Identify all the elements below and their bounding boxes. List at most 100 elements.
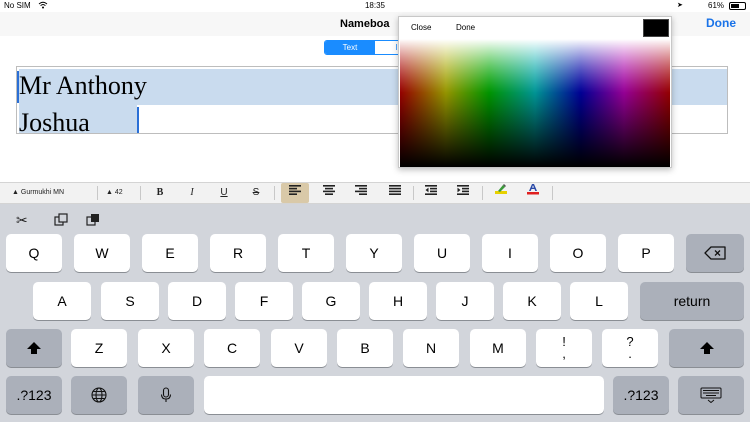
key-o[interactable]: O bbox=[550, 234, 606, 272]
key-d[interactable]: D bbox=[168, 282, 226, 320]
shift-icon bbox=[699, 342, 714, 354]
key-w[interactable]: W bbox=[74, 234, 130, 272]
font-size-selector[interactable]: ▲ 42 bbox=[106, 183, 136, 203]
microphone-key[interactable] bbox=[138, 376, 194, 414]
text-cursor bbox=[137, 107, 139, 133]
copy-icon bbox=[54, 213, 68, 226]
toolbar-divider bbox=[413, 186, 414, 200]
space-key[interactable] bbox=[204, 376, 604, 414]
copy-button[interactable] bbox=[54, 213, 68, 230]
cut-button[interactable]: ✂ bbox=[16, 212, 28, 229]
toolbar-divider bbox=[274, 186, 275, 200]
justify-icon bbox=[389, 185, 401, 195]
hide-keyboard-icon bbox=[700, 387, 722, 403]
highlight-icon bbox=[495, 184, 507, 194]
align-center-icon bbox=[323, 185, 335, 195]
key-y[interactable]: Y bbox=[346, 234, 402, 272]
key-u[interactable]: U bbox=[414, 234, 470, 272]
keyboard: ✂ Q W E R T Y U I O P A S D F G H J K L … bbox=[0, 204, 750, 422]
bold-button[interactable]: B bbox=[150, 183, 170, 203]
key-comma-label: , bbox=[562, 346, 566, 361]
battery-percent: 61% bbox=[708, 1, 725, 10]
status-time: 18:35 bbox=[364, 1, 386, 10]
italic-button[interactable]: I bbox=[182, 183, 202, 203]
return-key[interactable]: return bbox=[640, 282, 744, 320]
key-t[interactable]: T bbox=[278, 234, 334, 272]
key-f[interactable]: F bbox=[235, 282, 293, 320]
font-selector[interactable]: ▲ Gurmukhi MN bbox=[12, 183, 96, 203]
indent-icon bbox=[457, 185, 469, 195]
tab-text[interactable]: Text bbox=[325, 41, 375, 54]
key-period-label: . bbox=[628, 346, 632, 361]
justify-button[interactable] bbox=[384, 183, 406, 203]
key-x[interactable]: X bbox=[138, 329, 194, 367]
done-button[interactable]: Done bbox=[706, 16, 736, 30]
key-p[interactable]: P bbox=[618, 234, 674, 272]
align-center-button[interactable] bbox=[318, 183, 340, 203]
numbers-key-left[interactable]: .?123 bbox=[6, 376, 62, 414]
key-v[interactable]: V bbox=[271, 329, 327, 367]
key-a[interactable]: A bbox=[33, 282, 91, 320]
shift-icon bbox=[27, 342, 41, 354]
name-text-line-1: Mr Anthony bbox=[19, 71, 147, 100]
globe-icon bbox=[91, 387, 107, 403]
align-left-icon bbox=[289, 185, 301, 195]
microphone-icon bbox=[160, 387, 172, 402]
key-i[interactable]: I bbox=[482, 234, 538, 272]
shift-key-right[interactable] bbox=[669, 329, 744, 367]
key-question-period[interactable]: ? . bbox=[602, 329, 658, 367]
key-g[interactable]: G bbox=[302, 282, 360, 320]
done-picker-button[interactable]: Done bbox=[456, 23, 475, 32]
scissors-icon: ✂ bbox=[16, 212, 28, 228]
text-color-icon bbox=[527, 184, 539, 195]
battery-level-fill bbox=[731, 4, 739, 8]
paste-button[interactable] bbox=[86, 213, 100, 230]
text-color-button[interactable] bbox=[522, 183, 544, 203]
backspace-key[interactable] bbox=[686, 234, 744, 272]
key-r[interactable]: R bbox=[210, 234, 266, 272]
size-dropdown-arrow-icon: ▲ bbox=[106, 189, 113, 196]
font-size-label: 42 bbox=[114, 189, 123, 196]
globe-key[interactable] bbox=[71, 376, 127, 414]
popover-arrow bbox=[524, 167, 538, 176]
key-b[interactable]: B bbox=[337, 329, 393, 367]
close-button[interactable]: Close bbox=[411, 23, 431, 32]
indent-button[interactable] bbox=[452, 183, 474, 203]
color-picker-popover: Close Done bbox=[398, 16, 672, 168]
key-k[interactable]: K bbox=[503, 282, 561, 320]
key-m[interactable]: M bbox=[470, 329, 526, 367]
numbers-key-right[interactable]: .?123 bbox=[613, 376, 669, 414]
key-z[interactable]: Z bbox=[71, 329, 127, 367]
key-c[interactable]: C bbox=[204, 329, 260, 367]
toolbar-divider bbox=[140, 186, 141, 200]
color-spectrum[interactable] bbox=[400, 39, 670, 167]
status-bar: No SIM 18:35 ➤ 61% bbox=[0, 0, 750, 12]
highlight-button[interactable] bbox=[490, 183, 512, 203]
key-h[interactable]: H bbox=[369, 282, 427, 320]
outdent-icon bbox=[425, 185, 437, 195]
font-dropdown-arrow-icon: ▲ bbox=[12, 189, 19, 196]
outdent-button[interactable] bbox=[420, 183, 442, 203]
key-l[interactable]: L bbox=[570, 282, 628, 320]
align-right-icon bbox=[355, 185, 367, 195]
key-exclamation-comma[interactable]: ! , bbox=[536, 329, 592, 367]
backspace-icon bbox=[704, 246, 726, 260]
page-title: Nameboa bbox=[340, 18, 390, 30]
align-right-button[interactable] bbox=[350, 183, 372, 203]
key-j[interactable]: J bbox=[436, 282, 494, 320]
underline-button[interactable]: U bbox=[214, 183, 234, 203]
format-toolbar: ▲ Gurmukhi MN ▲ 42 B I U S bbox=[0, 182, 750, 204]
strikethrough-button[interactable]: S bbox=[246, 183, 266, 203]
hide-keyboard-key[interactable] bbox=[678, 376, 744, 414]
key-s[interactable]: S bbox=[101, 282, 159, 320]
location-icon: ➤ bbox=[677, 2, 683, 9]
key-q[interactable]: Q bbox=[6, 234, 62, 272]
shift-key-left[interactable] bbox=[6, 329, 62, 367]
toolbar-divider bbox=[552, 186, 553, 200]
toolbar-divider bbox=[97, 186, 98, 200]
battery-icon bbox=[729, 2, 746, 10]
align-left-button[interactable] bbox=[281, 183, 309, 203]
key-n[interactable]: N bbox=[403, 329, 459, 367]
key-e[interactable]: E bbox=[142, 234, 198, 272]
font-name-label: Gurmukhi MN bbox=[20, 189, 65, 196]
